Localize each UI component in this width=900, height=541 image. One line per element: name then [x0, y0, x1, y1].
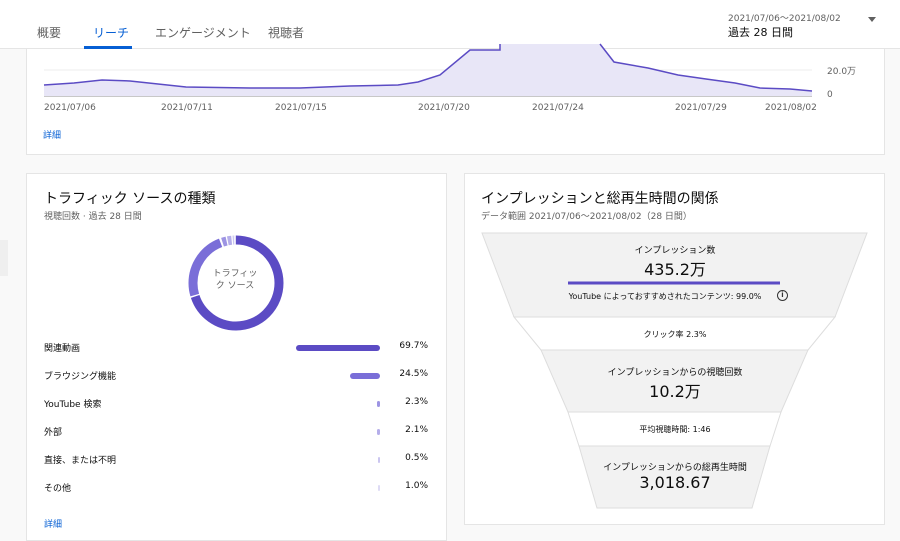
avg-duration-text: 平均視聴時間: 1:46: [639, 425, 711, 434]
views-label: インプレッションからの視聴回数: [607, 368, 743, 378]
impressions-label: インプレッション数: [634, 246, 716, 256]
impressions-value: 435.2万: [644, 260, 706, 279]
recommended-text: YouTube によっておすすめされたコンテンツ: 99.0%: [568, 292, 762, 301]
watch-time-label: インプレッションからの総再生時間: [603, 463, 747, 473]
views-value: 10.2万: [649, 382, 701, 401]
watch-time-block: インプレッションからの総再生時間 3,018.67: [465, 460, 885, 492]
watch-time-value: 3,018.67: [639, 473, 711, 492]
impressions-block: インプレッション数 435.2万: [465, 243, 885, 280]
views-block: インプレッションからの視聴回数 10.2万: [465, 365, 885, 402]
info-icon[interactable]: i: [777, 290, 788, 301]
ctr-text: クリック率 2.3%: [643, 330, 707, 339]
